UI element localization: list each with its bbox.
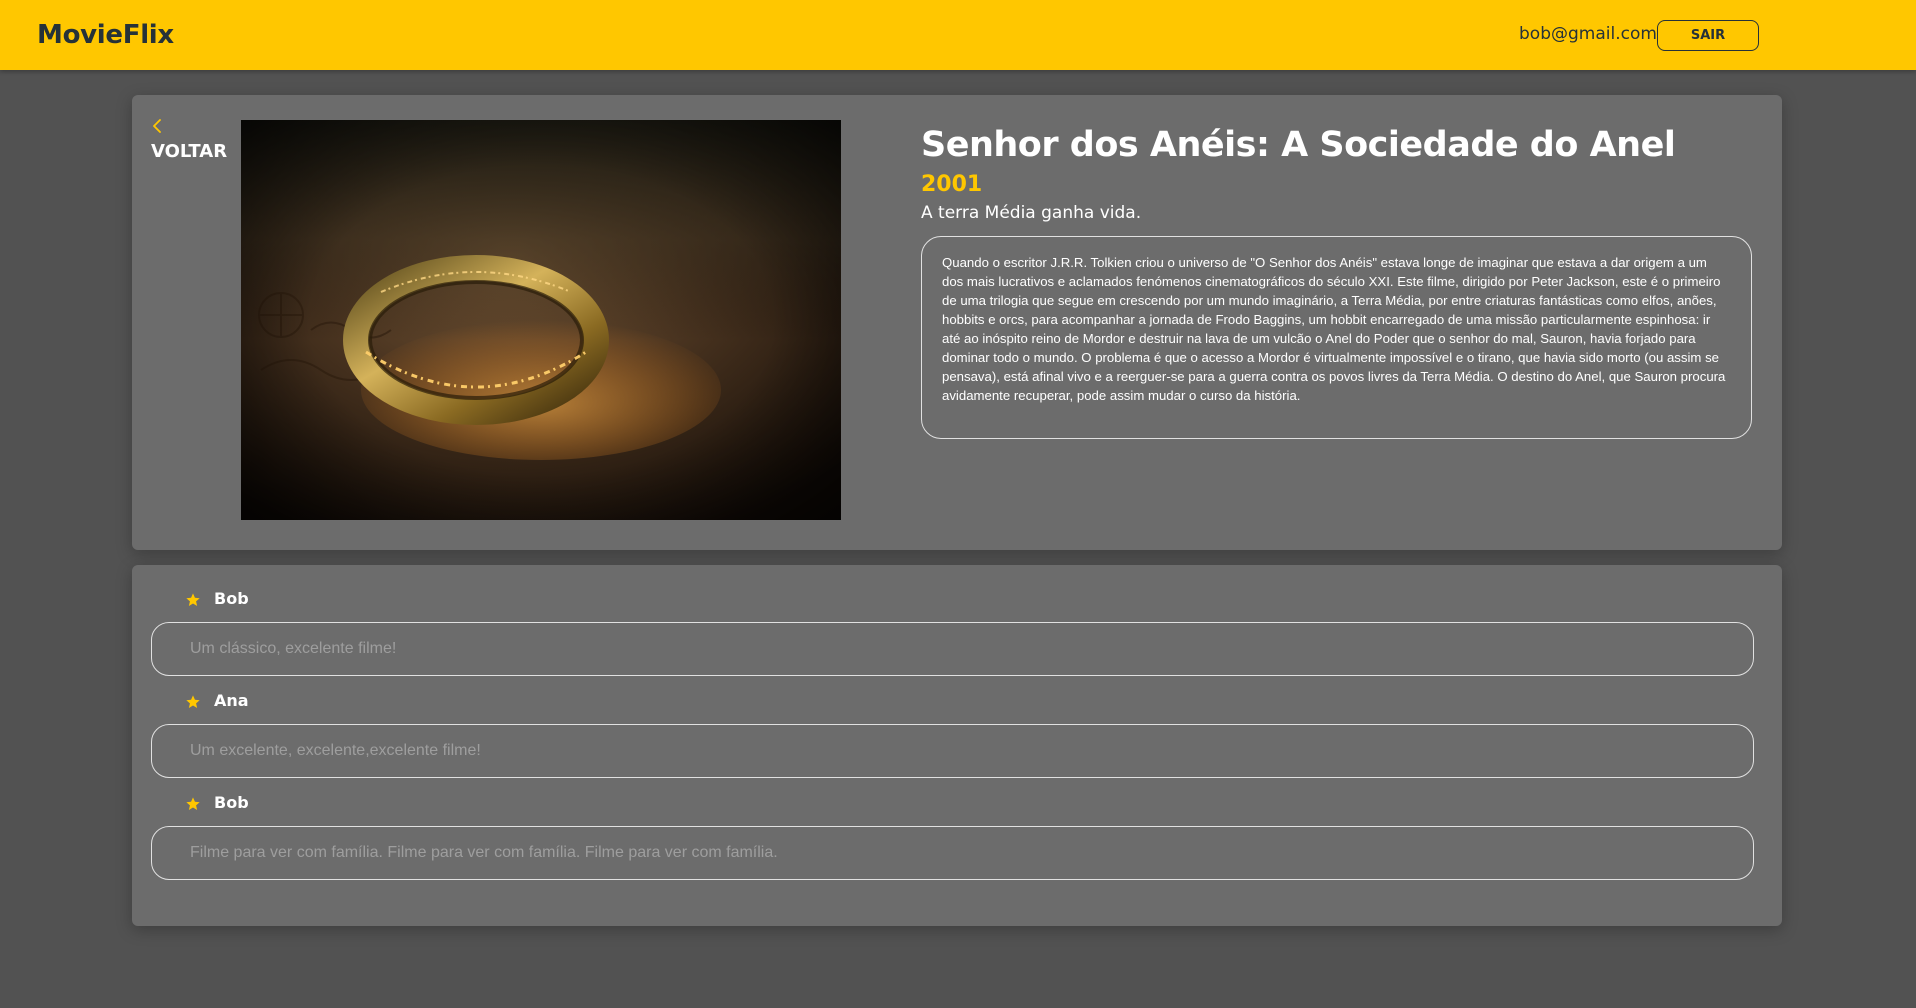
review-author: Bob bbox=[214, 589, 249, 608]
review-author: Bob bbox=[214, 793, 249, 812]
review-text: Um excelente, excelente,excelente filme! bbox=[151, 724, 1754, 778]
star-icon bbox=[186, 797, 200, 810]
movie-title: Senhor dos Anéis: A Sociedade do Anel bbox=[921, 125, 1676, 165]
review-text: Filme para ver com família. Filme para v… bbox=[151, 826, 1754, 880]
chevron-left-icon bbox=[153, 119, 161, 133]
review-item: Bob Filme para ver com família. Filme pa… bbox=[151, 792, 1754, 880]
movie-info: Senhor dos Anéis: A Sociedade do Anel 20… bbox=[921, 123, 1755, 439]
reviews-card: Bob Um clássico, excelente filme! Ana Um… bbox=[132, 565, 1782, 926]
review-author: Ana bbox=[214, 691, 249, 710]
review-text: Um clássico, excelente filme! bbox=[151, 622, 1754, 676]
brand-logo[interactable]: MovieFlix bbox=[37, 20, 174, 50]
movie-poster bbox=[241, 120, 841, 520]
movie-details-card: VOLTAR Senhor dos Anéis: A Sociedade do … bbox=[132, 95, 1782, 550]
star-icon bbox=[186, 695, 200, 708]
star-icon bbox=[186, 593, 200, 606]
navbar: MovieFlix bob@gmail.com SAIR bbox=[0, 0, 1916, 70]
movie-subtitle: A terra Média ganha vida. bbox=[921, 203, 1142, 223]
movie-year: 2001 bbox=[921, 172, 983, 197]
back-label: VOLTAR bbox=[151, 141, 228, 162]
user-email: bob@gmail.com bbox=[1519, 24, 1657, 44]
review-item: Ana Um excelente, excelente,excelente fi… bbox=[151, 690, 1754, 778]
movie-synopsis: Quando o escritor J.R.R. Tolkien criou o… bbox=[921, 236, 1752, 439]
logout-button[interactable]: SAIR bbox=[1657, 20, 1759, 51]
review-item: Bob Um clássico, excelente filme! bbox=[151, 588, 1754, 676]
